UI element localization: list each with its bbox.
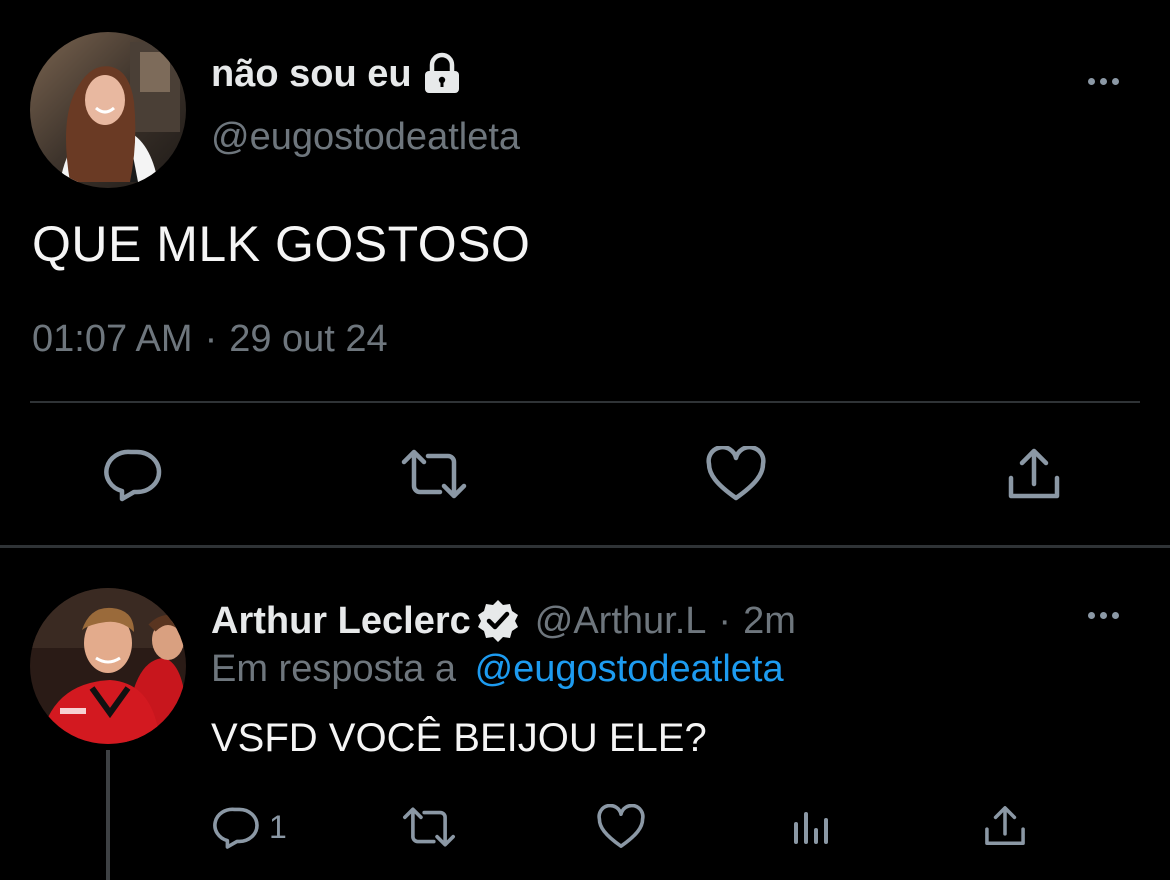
display-name[interactable]: não sou eu (211, 53, 412, 96)
avatar-photo (30, 588, 186, 744)
handle[interactable]: @Arthur.L (535, 600, 707, 643)
avatar[interactable] (30, 588, 186, 744)
replying-to-link[interactable]: @eugostodeatleta (475, 648, 784, 690)
replying-label: Em resposta a (211, 648, 456, 690)
thread-line (106, 750, 110, 880)
views-icon[interactable] (792, 808, 834, 846)
separator-dot: · (204, 318, 218, 360)
verified-icon (475, 598, 521, 644)
tweet-text: QUE MLK GOSTOSO (32, 216, 531, 272)
more-icon[interactable] (1088, 612, 1119, 619)
reply-icon[interactable] (213, 804, 261, 850)
avatar[interactable] (30, 32, 186, 188)
divider (30, 401, 1140, 403)
share-icon[interactable] (983, 803, 1027, 849)
replying-to: Em resposta a @eugostodeatleta (211, 648, 784, 691)
tweet-date[interactable]: 29 out 24 (229, 318, 387, 361)
tweet-divider (0, 545, 1170, 548)
lock-icon (420, 52, 464, 96)
reply-icon[interactable] (104, 446, 164, 502)
separator-dot: · (718, 599, 732, 642)
tweet-text: VSFD VOCÊ BEIJOU ELE? (211, 716, 707, 760)
display-name[interactable]: Arthur Leclerc (211, 600, 471, 643)
retweet-icon[interactable] (398, 448, 470, 500)
tweet-timestamp: 01:07 AM · 29 out 24 (32, 318, 388, 361)
tweet-time[interactable]: 2m (743, 600, 796, 643)
retweet-icon[interactable] (400, 806, 458, 848)
share-icon[interactable] (1006, 446, 1062, 502)
like-icon[interactable] (706, 446, 766, 502)
like-icon[interactable] (597, 804, 645, 850)
avatar-photo (30, 32, 186, 188)
reply-count: 1 (269, 808, 287, 845)
reply-action[interactable]: 1 (213, 804, 287, 850)
more-icon[interactable] (1088, 78, 1119, 85)
handle[interactable]: @eugostodeatleta (211, 116, 520, 159)
tweet-time[interactable]: 01:07 AM (32, 318, 193, 361)
